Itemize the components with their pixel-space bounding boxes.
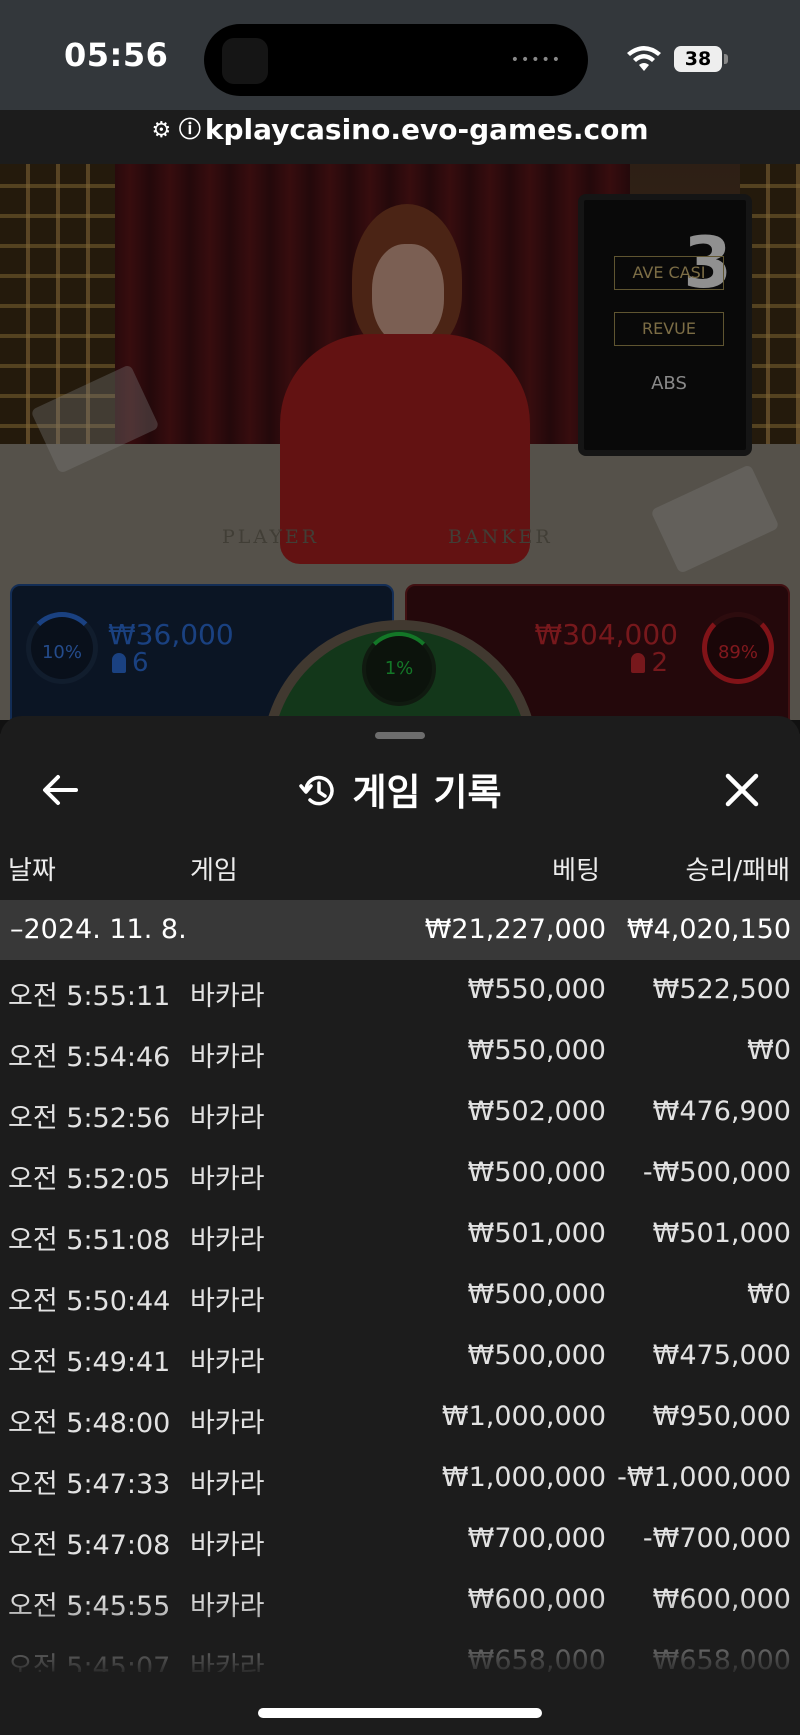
close-icon[interactable]: [718, 766, 766, 814]
summary-bet-total: ₩21,227,000: [424, 914, 606, 945]
row-bet: ₩1,000,000: [441, 1401, 606, 1432]
history-row[interactable]: 오전 5:54:46 바카라 ₩550,000 ₩0: [0, 1021, 800, 1082]
row-time: 오전 5:45:55: [8, 1591, 171, 1622]
summary-win-loss-total: ₩4,020,150: [626, 914, 791, 945]
row-time: 오전 5:52:05: [8, 1164, 171, 1195]
row-win-loss: ₩501,000: [652, 1218, 791, 1249]
row-game: 바카라: [190, 1591, 265, 1622]
row-win-loss: ₩475,000: [652, 1340, 791, 1371]
column-header-bet: 베팅: [552, 856, 600, 886]
home-indicator[interactable]: [258, 1708, 542, 1718]
activity-dots-icon: •••••: [510, 52, 562, 68]
row-time: 오전 5:48:00: [8, 1408, 171, 1439]
row-win-loss: ₩0: [747, 1279, 791, 1310]
game-history-sheet: 게임 기록 날짜 게임 베팅 승리/패배 –2024. 11. 8. ₩21,2…: [0, 716, 800, 1735]
sheet-title-text: 게임 기록: [352, 771, 502, 814]
history-row[interactable]: 오전 5:52:05 바카라 ₩500,000 -₩500,000: [0, 1143, 800, 1204]
row-bet: ₩500,000: [467, 1157, 606, 1188]
row-game: 바카라: [190, 1530, 265, 1561]
row-win-loss: -₩500,000: [642, 1157, 791, 1188]
column-header-game: 게임: [190, 856, 238, 886]
row-game: 바카라: [190, 1286, 265, 1317]
history-row[interactable]: 오전 5:49:41 바카라 ₩500,000 ₩475,000: [0, 1326, 800, 1387]
row-win-loss: ₩950,000: [652, 1401, 791, 1432]
row-time: 오전 5:49:41: [8, 1347, 171, 1378]
row-game: 바카라: [190, 1225, 265, 1256]
row-bet: ₩600,000: [467, 1584, 606, 1615]
sheet-grabber[interactable]: [375, 732, 425, 739]
row-bet: ₩500,000: [467, 1340, 606, 1371]
history-list[interactable]: 오전 5:55:11 바카라 ₩550,000 ₩522,500 오전 5:54…: [0, 960, 800, 1672]
row-win-loss: -₩700,000: [642, 1523, 791, 1554]
history-row[interactable]: 오전 5:45:55 바카라 ₩600,000 ₩600,000: [0, 1570, 800, 1631]
row-bet: ₩1,000,000: [441, 1462, 606, 1493]
history-row[interactable]: 오전 5:45:07 바카라 ₩658,000 ₩658,000: [0, 1631, 800, 1672]
history-row[interactable]: 오전 5:47:08 바카라 ₩700,000 -₩700,000: [0, 1509, 800, 1570]
row-game: 바카라: [190, 1408, 265, 1439]
battery-tip: [724, 54, 728, 64]
row-time: 오전 5:47:33: [8, 1469, 171, 1500]
battery-indicator: 38: [674, 46, 722, 72]
row-win-loss: ₩476,900: [652, 1096, 791, 1127]
row-bet: ₩700,000: [467, 1523, 606, 1554]
row-win-loss: ₩600,000: [652, 1584, 791, 1615]
wifi-icon: [627, 46, 661, 71]
row-game: 바카라: [190, 1103, 265, 1134]
url-bar[interactable]: ⚙ ⓘ kplaycasino.evo-games.com: [0, 112, 800, 162]
column-header-win-loss: 승리/패배: [685, 856, 790, 886]
history-row[interactable]: 오전 5:51:08 바카라 ₩501,000 ₩501,000: [0, 1204, 800, 1265]
site-info-icon[interactable]: ⚙ ⓘ: [151, 118, 200, 143]
overlay-dim: [0, 164, 800, 734]
row-time: 오전 5:51:08: [8, 1225, 171, 1256]
row-time: 오전 5:55:11: [8, 981, 171, 1012]
row-game: 바카라: [190, 1042, 265, 1073]
row-game: 바카라: [190, 1652, 265, 1672]
row-bet: ₩550,000: [467, 1035, 606, 1066]
row-bet: ₩550,000: [467, 974, 606, 1005]
row-bet: ₩501,000: [467, 1218, 606, 1249]
row-bet: ₩502,000: [467, 1096, 606, 1127]
summary-date: –2024. 11. 8.: [10, 914, 187, 945]
dynamic-island: •••••: [204, 24, 588, 96]
row-time: 오전 5:45:07: [8, 1652, 171, 1672]
sheet-title: 게임 기록: [0, 762, 800, 816]
history-icon: [299, 775, 335, 806]
row-game: 바카라: [190, 1164, 265, 1195]
row-time: 오전 5:50:44: [8, 1286, 171, 1317]
row-win-loss: ₩658,000: [652, 1645, 791, 1672]
row-game: 바카라: [190, 981, 265, 1012]
row-bet: ₩500,000: [467, 1279, 606, 1310]
url-text: kplaycasino.evo-games.com: [204, 113, 649, 146]
history-row[interactable]: 오전 5:55:11 바카라 ₩550,000 ₩522,500: [0, 960, 800, 1021]
row-bet: ₩658,000: [467, 1645, 606, 1672]
clock: 05:56: [64, 36, 169, 74]
history-row[interactable]: 오전 5:48:00 바카라 ₩1,000,000 ₩950,000: [0, 1387, 800, 1448]
history-row[interactable]: 오전 5:52:56 바카라 ₩502,000 ₩476,900: [0, 1082, 800, 1143]
row-game: 바카라: [190, 1469, 265, 1500]
history-row[interactable]: 오전 5:50:44 바카라 ₩500,000 ₩0: [0, 1265, 800, 1326]
column-header-date: 날짜: [8, 856, 56, 886]
row-game: 바카라: [190, 1347, 265, 1378]
row-time: 오전 5:52:56: [8, 1103, 171, 1134]
status-bar: 05:56 ••••• 38: [0, 0, 800, 110]
row-win-loss: ₩0: [747, 1035, 791, 1066]
row-win-loss: -₩1,000,000: [617, 1462, 791, 1493]
date-summary-row[interactable]: –2024. 11. 8. ₩21,227,000 ₩4,020,150: [0, 900, 800, 960]
camera-icon: [222, 38, 268, 84]
row-time: 오전 5:54:46: [8, 1042, 171, 1073]
history-row[interactable]: 오전 5:47:33 바카라 ₩1,000,000 -₩1,000,000: [0, 1448, 800, 1509]
row-time: 오전 5:47:08: [8, 1530, 171, 1561]
row-win-loss: ₩522,500: [652, 974, 791, 1005]
